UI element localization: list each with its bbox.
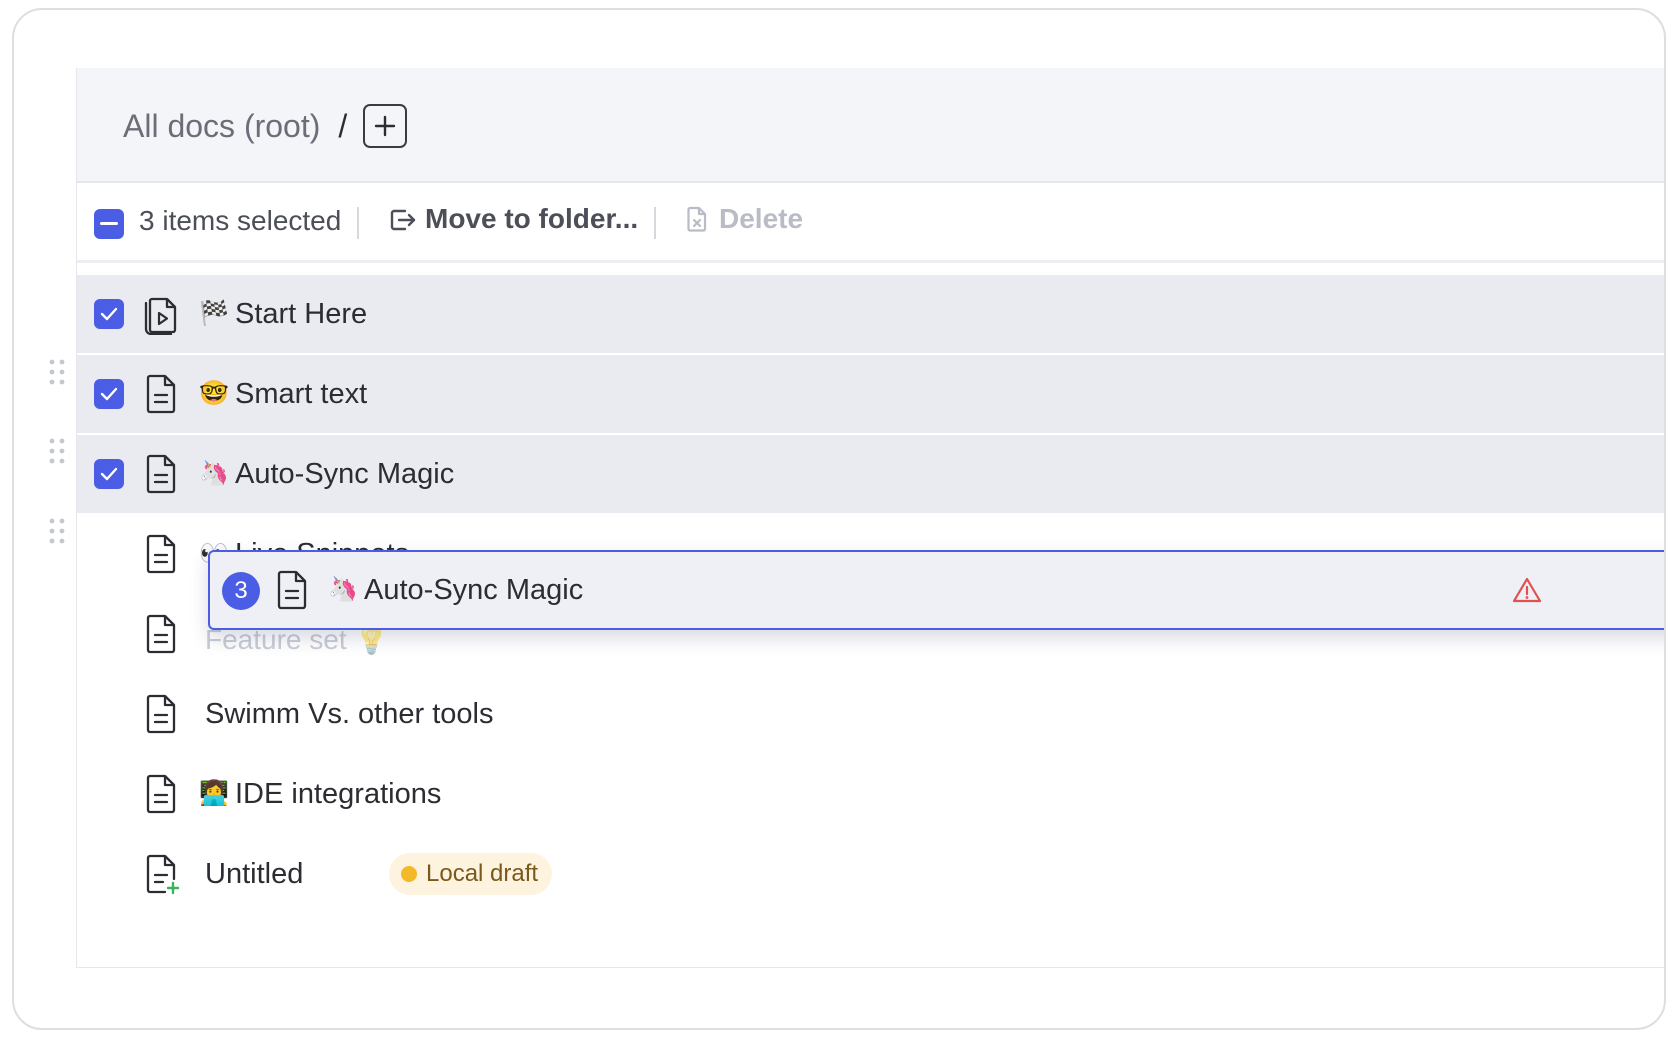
doc-row[interactable]: 🦄 Auto-Sync Magic [77,435,1664,515]
drag-handle-icon[interactable] [48,517,66,545]
doc-emoji: 👩‍💻 [199,780,229,807]
doc-row[interactable]: 🏁 Start Here [77,275,1664,355]
check-icon [100,307,118,321]
doc-emoji: 🤓 [199,380,229,407]
breadcrumb-root[interactable]: All docs (root) [123,108,320,145]
row-checkbox[interactable] [94,459,124,489]
app-window: All docs (root) / 3 items selected Move … [12,8,1666,1030]
breadcrumb: All docs (root) / [123,102,408,150]
delete-button[interactable]: Delete [685,203,803,235]
add-doc-button[interactable] [363,104,408,148]
move-to-folder-button[interactable]: Move to folder... [389,203,638,235]
doc-emoji: 🏁 [199,300,229,327]
drag-count-badge: 3 [222,572,260,610]
doc-row[interactable]: 👩‍💻 IDE integrations [77,755,1664,835]
doc-title[interactable]: Untitled [205,857,303,891]
doc-title[interactable]: Auto-Sync Magic [235,457,454,491]
selection-toolbar: 3 items selected Move to folder... Delet… [77,183,1664,263]
row-checkbox[interactable] [94,379,124,409]
doc-title[interactable]: Start Here [235,297,367,331]
warning-icon [1512,577,1542,603]
doc-icon [146,694,176,734]
doc-icon [277,570,307,610]
breadcrumb-separator: / [338,107,348,144]
draft-badge-label: Local draft [426,860,539,887]
doc-icon [146,774,176,814]
doc-emoji: 🦄 [199,460,229,487]
drag-preview: 3 🦄 Auto-Sync Magic [208,550,1664,630]
delete-doc-icon [687,206,707,232]
drag-preview-emoji: 🦄 [328,576,358,603]
doc-title[interactable]: IDE integrations [235,777,441,811]
plus-icon [375,115,396,137]
docs-panel: All docs (root) / 3 items selected Move … [49,68,1664,968]
select-all-checkbox[interactable] [94,209,124,239]
doc-row[interactable]: Untitled Local draft [77,835,1664,915]
new-doc-icon [146,854,179,895]
drag-handle-icon[interactable] [48,437,66,465]
drag-handle-icon[interactable] [48,358,66,386]
doc-row[interactable]: Swimm Vs. other tools [77,675,1664,755]
local-draft-badge: Local draft [389,853,553,895]
check-icon [100,387,118,401]
doc-row[interactable]: 🤓 Smart text [77,355,1664,435]
move-to-folder-label: Move to folder... [425,203,639,234]
row-checkbox[interactable] [94,299,124,329]
selected-count: 3 items selected [139,205,342,236]
indeterminate-icon [100,222,118,225]
delete-label: Delete [719,203,804,234]
check-icon [100,467,118,481]
docs-header: All docs (root) / [77,68,1664,183]
doc-title[interactable]: Swimm Vs. other tools [205,697,493,731]
doc-icon [146,454,176,494]
doc-icon [146,374,176,414]
toolbar-divider [654,207,656,239]
doc-icon [146,614,176,654]
move-to-folder-icon [390,209,416,231]
playlist-doc-icon [144,297,177,335]
doc-icon [146,534,176,574]
doc-title[interactable]: Smart text [235,377,367,411]
drag-preview-title: Auto-Sync Magic [364,574,584,606]
toolbar-divider [357,207,359,239]
draft-status-dot [401,866,417,882]
